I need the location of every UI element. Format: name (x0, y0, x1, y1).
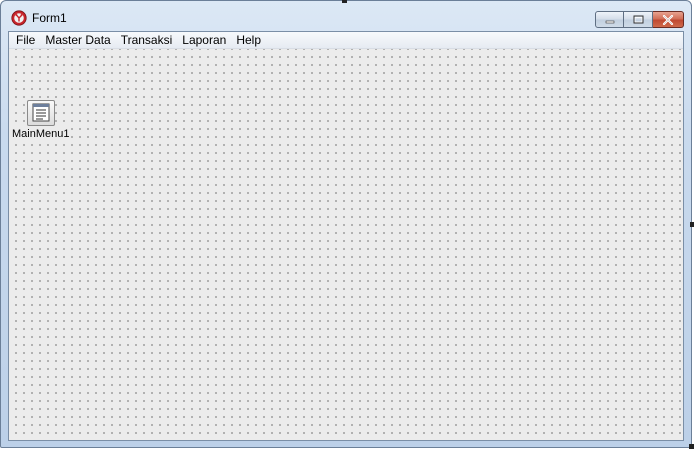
form-window: Form1 File Master Data Transaksi Laporan… (0, 0, 692, 448)
design-grid-surface[interactable]: MainMenu1 (9, 49, 683, 440)
caption-buttons (595, 11, 684, 28)
resize-handle-top[interactable] (342, 0, 347, 3)
main-menu-component-icon (32, 103, 50, 122)
maximize-icon (633, 15, 643, 24)
form-client-area: File Master Data Transaksi Laporan Help … (8, 31, 684, 441)
menu-item-file[interactable]: File (11, 32, 40, 48)
maximize-button[interactable] (624, 11, 653, 28)
resize-handle-right[interactable] (690, 222, 694, 227)
mainmenu-component-label: MainMenu1 (12, 128, 70, 140)
mainmenu-component[interactable] (27, 100, 55, 126)
menu-item-master-data[interactable]: Master Data (40, 32, 115, 48)
resize-handle-bottom-right[interactable] (689, 444, 694, 449)
close-button[interactable] (653, 11, 684, 28)
menu-item-transaksi[interactable]: Transaksi (116, 32, 178, 48)
delphi-app-icon (11, 10, 27, 26)
menu-item-help[interactable]: Help (231, 32, 266, 48)
title-bar[interactable]: Form1 (1, 1, 691, 31)
minimize-icon (605, 20, 614, 23)
minimize-button[interactable] (595, 11, 624, 28)
menu-item-laporan[interactable]: Laporan (177, 32, 231, 48)
close-icon (662, 14, 674, 25)
window-title: Form1 (32, 11, 67, 25)
main-menu-bar: File Master Data Transaksi Laporan Help (9, 32, 683, 49)
